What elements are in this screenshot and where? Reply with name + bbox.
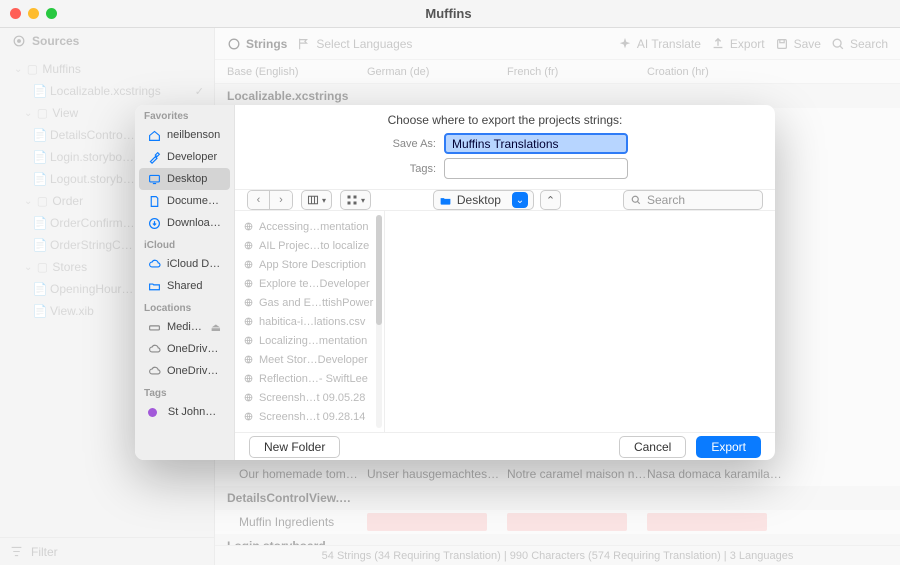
webloc-icon <box>243 354 254 365</box>
cloud-icon <box>148 258 161 271</box>
export-save-sheet: Favorites neilbenson Developer Desktop D… <box>135 105 775 460</box>
tag-color-icon <box>148 408 157 417</box>
file-column[interactable]: Accessing…mentationAIL Projec…to localiz… <box>235 211 385 432</box>
close-window-button[interactable] <box>10 8 21 19</box>
sidebar-item-onedrive1[interactable]: OneDrive… <box>139 338 230 360</box>
file-item[interactable]: Gas and E…ttishPower <box>235 293 384 312</box>
window-title: Muffins <box>57 6 840 21</box>
hammer-icon <box>148 151 161 164</box>
file-item[interactable]: Meet Stor…Developer <box>235 350 384 369</box>
file-item[interactable]: App Store Description <box>235 255 384 274</box>
scrollbar-thumb[interactable] <box>376 215 382 325</box>
locations-header: Locations <box>135 297 234 316</box>
file-item[interactable]: Localizing…mentation <box>235 331 384 350</box>
file-item[interactable]: AIL Projec…to localize <box>235 236 384 255</box>
folder-icon <box>439 194 452 207</box>
sidebar-item-downloads[interactable]: Downloads <box>139 212 230 234</box>
webloc-icon <box>243 411 254 422</box>
window-controls <box>10 8 57 19</box>
search-icon <box>630 194 642 206</box>
webloc-icon <box>243 392 254 403</box>
sidebar-item-shared[interactable]: Shared <box>139 275 230 297</box>
columns-icon <box>307 194 319 206</box>
cloud-icon <box>148 365 161 378</box>
file-item[interactable]: Accessing…mentation <box>235 217 384 236</box>
sidebar-item-iclouddrive[interactable]: iCloud Dri… <box>139 253 230 275</box>
sidebar-item-media[interactable]: Media…⏏ <box>139 316 230 338</box>
webloc-icon <box>243 240 254 251</box>
drive-icon <box>148 321 161 334</box>
webloc-icon <box>243 278 254 289</box>
favorites-header: Favorites <box>135 105 234 124</box>
icloud-header: iCloud <box>135 234 234 253</box>
sidebar-item-tag[interactable]: St Johns… <box>139 401 230 423</box>
cancel-button[interactable]: Cancel <box>619 436 686 458</box>
sidebar-item-developer[interactable]: Developer <box>139 146 230 168</box>
file-item[interactable]: Screensh…t 09.05.28 <box>235 388 384 407</box>
location-popup[interactable]: Desktop ⌄ <box>433 190 534 210</box>
grid-icon <box>346 194 358 206</box>
expand-button[interactable]: ⌃ <box>540 190 561 210</box>
export-confirm-button[interactable]: Export <box>696 436 761 458</box>
file-detail-column <box>385 211 775 432</box>
webloc-icon <box>243 297 254 308</box>
house-icon <box>148 129 161 142</box>
file-item[interactable]: Reflection…- SwiftLee <box>235 369 384 388</box>
webloc-icon <box>243 316 254 327</box>
webloc-icon <box>243 335 254 346</box>
tags-label: Tags: <box>382 163 436 175</box>
sidebar-item-documents[interactable]: Documents <box>139 190 230 212</box>
webloc-icon <box>243 259 254 270</box>
webloc-icon <box>243 221 254 232</box>
forward-button[interactable]: › <box>270 191 292 209</box>
nav-buttons: ‹ › <box>247 190 293 210</box>
save-as-label: Save As: <box>382 138 436 150</box>
browser-toolbar: ‹ › ▾ ▾ Desktop ⌄ ⌃ Search <box>235 189 775 211</box>
sidebar-item-home[interactable]: neilbenson <box>139 124 230 146</box>
cloud-icon <box>148 343 161 356</box>
webloc-icon <box>243 373 254 384</box>
file-item[interactable]: Screensh…t 09.28.14 <box>235 407 384 426</box>
sheet-prompt: Choose where to export the projects stri… <box>251 113 759 127</box>
new-folder-button[interactable]: New Folder <box>249 436 340 458</box>
save-sheet-sidebar: Favorites neilbenson Developer Desktop D… <box>135 105 235 460</box>
document-icon <box>148 195 161 208</box>
downloads-icon <box>148 217 161 230</box>
chevron-up-down-icon: ⌄ <box>512 192 528 208</box>
desktop-icon <box>148 173 161 186</box>
view-columns-button[interactable]: ▾ <box>301 190 332 210</box>
tags-header: Tags <box>135 382 234 401</box>
sidebar-item-onedrive2[interactable]: OneDrive… <box>139 360 230 382</box>
file-item[interactable]: habitica-i…lations.csv <box>235 312 384 331</box>
group-button[interactable]: ▾ <box>340 190 371 210</box>
search-field[interactable]: Search <box>623 190 763 210</box>
titlebar: Muffins <box>0 0 900 28</box>
zoom-window-button[interactable] <box>46 8 57 19</box>
minimize-window-button[interactable] <box>28 8 39 19</box>
sidebar-item-desktop[interactable]: Desktop <box>139 168 230 190</box>
folder-icon <box>148 280 161 293</box>
back-button[interactable]: ‹ <box>248 191 270 209</box>
tags-input[interactable] <box>444 158 628 179</box>
save-as-input[interactable] <box>444 133 628 154</box>
file-item[interactable]: Explore te…Developer <box>235 274 384 293</box>
